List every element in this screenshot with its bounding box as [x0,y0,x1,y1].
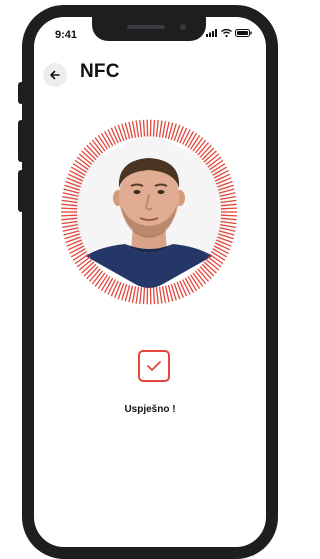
scan-ring-tick [107,279,116,295]
scan-ring-tick [182,279,191,295]
scan-ring-tick [131,120,137,138]
scan-ring-tick [161,120,167,138]
battery-icon [235,29,252,37]
scan-ring-tick [155,119,159,137]
signal-icon [206,29,217,37]
status-icons [206,29,252,37]
speaker-grille [127,25,165,29]
scan-ring-tick [107,129,116,145]
checkmark-icon [147,361,161,371]
face-scan-area [59,112,239,312]
scan-ring-tick [61,214,78,217]
scan-ring-tick [104,130,114,147]
scan-ring-tick [142,287,146,305]
scan-ring-tick [135,120,140,138]
scan-ring-tick [184,130,194,147]
scan-ring-tick [152,287,156,305]
scan-ring-tick [220,207,237,210]
phone-screen: 9:41 NFC Uspješno ! [34,17,266,547]
back-button[interactable] [43,63,67,87]
front-camera [180,24,186,30]
volume-down-button [18,170,24,212]
face-scan-frame [61,119,237,305]
scan-ring-tick [155,287,159,305]
scan-ring-tick [139,119,143,137]
scan-ring-tick [161,286,167,304]
scan-ring-tick [142,119,146,137]
notch [92,17,206,41]
scan-ring-tick [158,286,163,304]
scan-ring-tick [72,250,88,261]
arrow-left-icon [50,70,60,80]
scan-ring-tick [184,277,194,294]
scan-ring-tick [179,280,188,297]
success-checkbox [138,350,170,382]
scan-ring-tick [220,214,237,217]
scan-ring-tick [128,285,134,303]
scan-ring-tick [210,250,226,261]
scan-ring-tick [131,286,137,304]
page-title: NFC [80,61,120,82]
success-message: Uspješno ! [124,404,176,415]
scan-ring-tick [135,286,140,304]
scan-ring-tick [104,277,114,294]
scan-ring-tick [164,121,170,139]
mute-switch [18,82,24,104]
status-time: 9:41 [55,29,78,41]
scan-ring-tick [128,121,134,139]
scan-ring-tick [61,207,78,210]
scan-ring-tick [139,287,143,305]
scan-ring-tick [158,120,163,138]
scan-ring-tick [164,285,170,303]
volume-up-button [18,120,24,162]
scan-ring-tick [182,129,191,145]
wifi-icon [221,29,232,37]
scan-ring-tick [179,127,188,144]
scan-ring-tick [110,127,119,144]
face-photo [71,132,227,288]
scan-ring-tick [110,280,119,297]
scan-ring-tick [152,119,156,137]
